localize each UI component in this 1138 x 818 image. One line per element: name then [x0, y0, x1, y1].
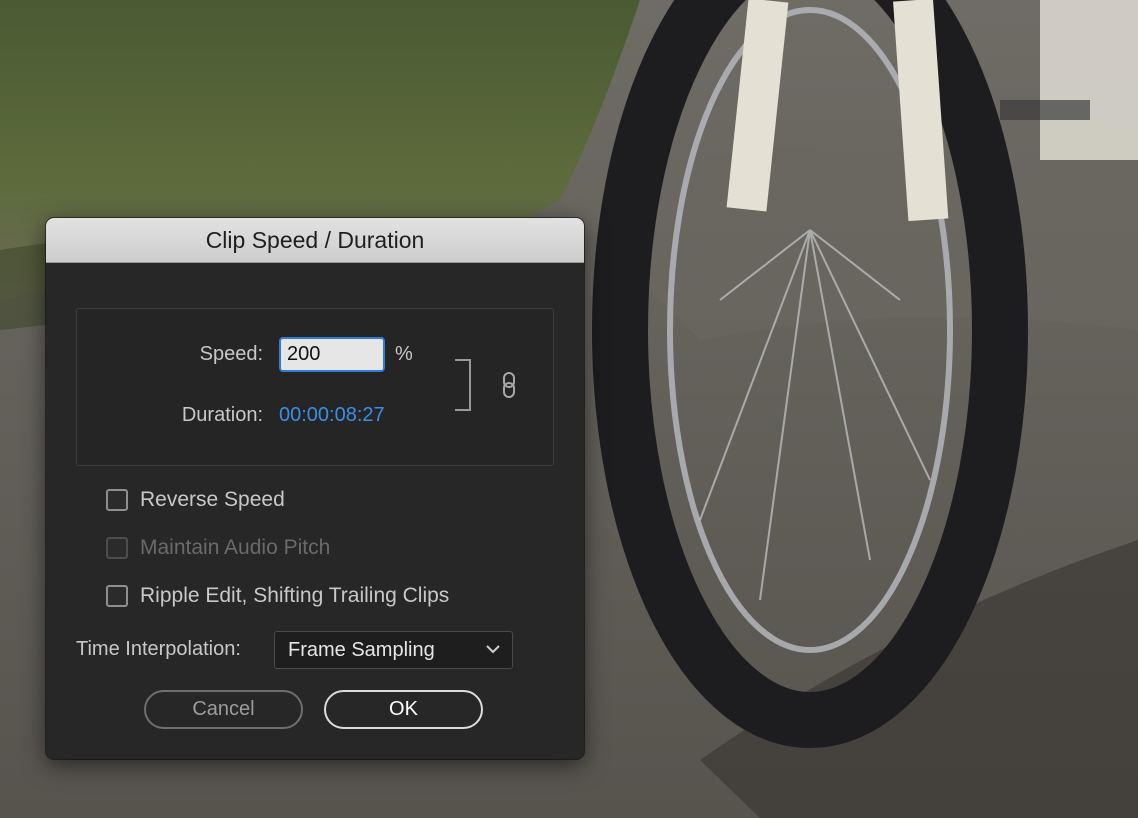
reverse-speed-label: Reverse Speed: [140, 488, 285, 511]
time-interpolation-select[interactable]: Frame Sampling: [274, 631, 513, 669]
duration-value[interactable]: 00:00:08:27: [279, 404, 385, 427]
maintain-audio-pitch-label: Maintain Audio Pitch: [140, 536, 331, 559]
reverse-speed-checkbox[interactable]: [106, 489, 128, 511]
clip-speed-dialog: Clip Speed / Duration Speed: % Duration:…: [46, 218, 584, 759]
time-interpolation-value: Frame Sampling: [288, 638, 435, 661]
ripple-edit-checkbox[interactable]: [106, 585, 128, 607]
chevron-down-icon: [486, 641, 500, 659]
ripple-edit-label: Ripple Edit, Shifting Trailing Clips: [140, 584, 450, 607]
time-interpolation-label: Time Interpolation:: [76, 638, 241, 660]
cancel-button[interactable]: Cancel: [144, 690, 303, 729]
maintain-audio-pitch-checkbox: [106, 537, 128, 559]
maintain-audio-pitch-option: Maintain Audio Pitch: [106, 536, 330, 560]
speed-unit: %: [395, 343, 413, 365]
dialog-titlebar[interactable]: Clip Speed / Duration: [46, 218, 584, 263]
reverse-speed-option[interactable]: Reverse Speed: [106, 488, 285, 512]
speed-label: Speed:: [199, 343, 263, 365]
chain-link-icon[interactable]: [501, 371, 517, 404]
speed-input[interactable]: [279, 337, 385, 372]
ok-button[interactable]: OK: [324, 690, 483, 729]
duration-label: Duration:: [181, 404, 263, 426]
dialog-title: Clip Speed / Duration: [205, 226, 425, 253]
link-bracket: [455, 359, 471, 411]
ripple-edit-option[interactable]: Ripple Edit, Shifting Trailing Clips: [106, 584, 449, 608]
speed-duration-panel: Speed: % Duration: 00:00:08:27: [76, 308, 554, 466]
